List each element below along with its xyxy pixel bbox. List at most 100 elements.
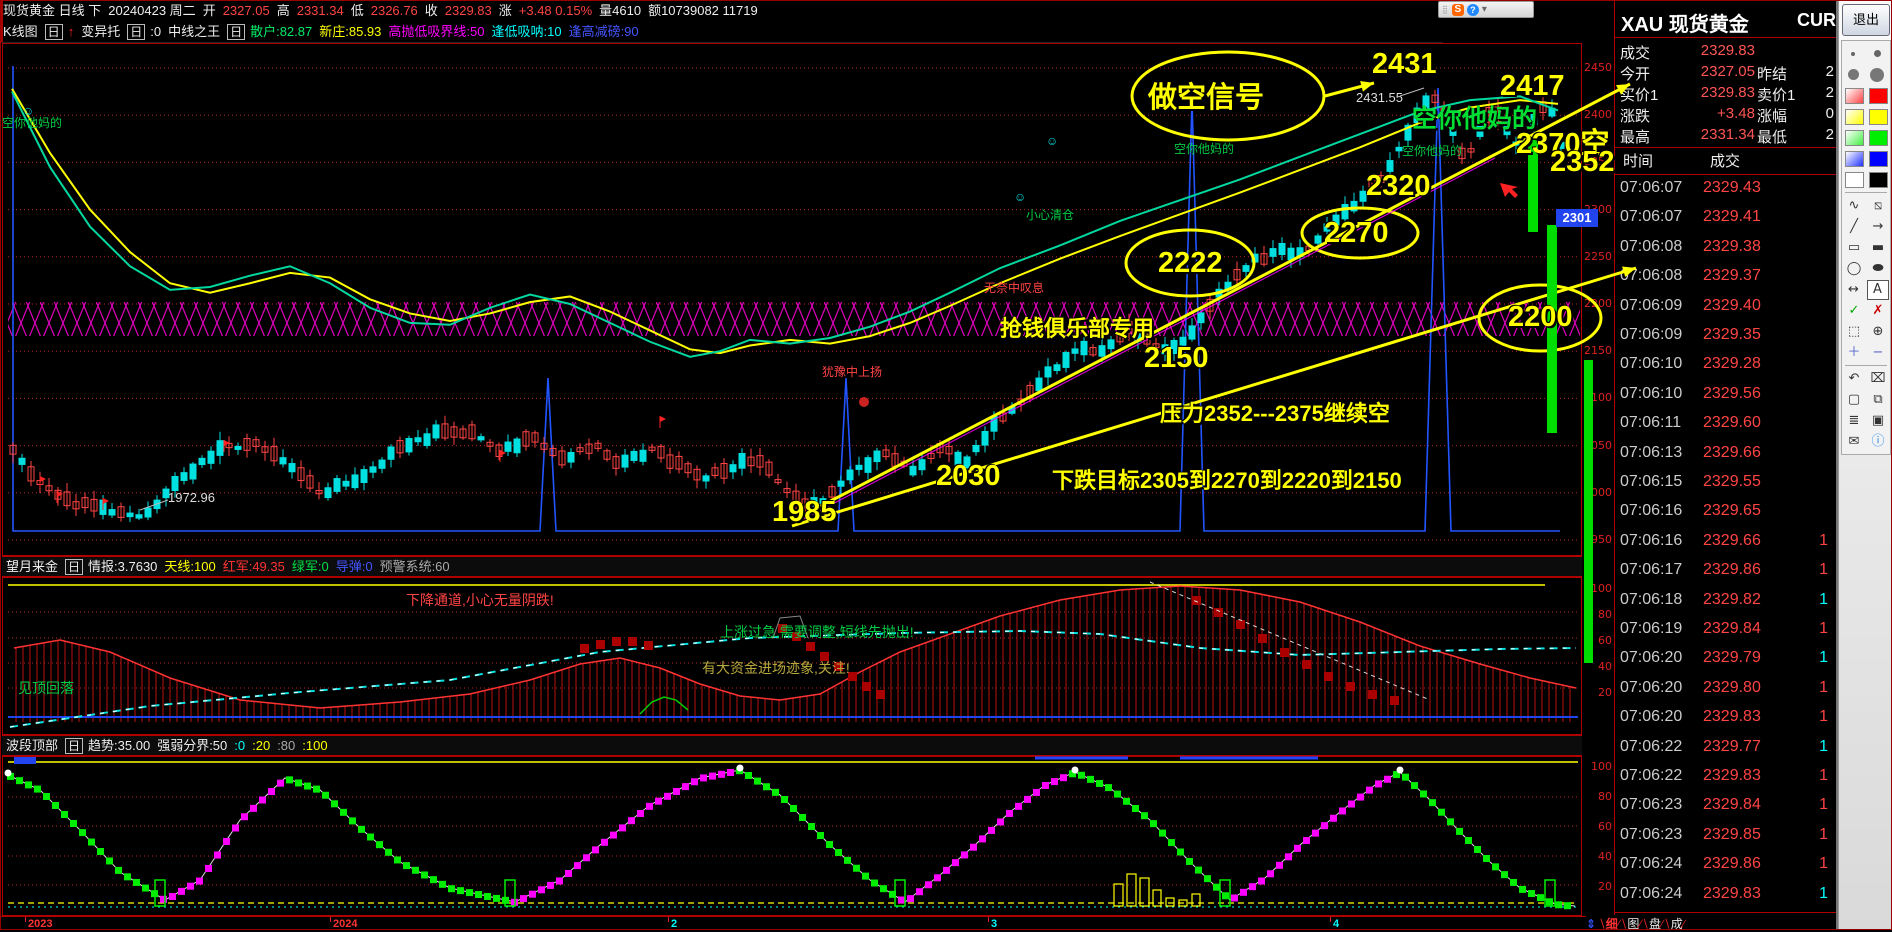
mid-indicator-panel[interactable]	[2, 577, 1582, 735]
axis-date-label: 4	[1333, 918, 1340, 930]
tick-time: 07:06:18	[1620, 590, 1683, 608]
tab-盘[interactable]: 盘	[1649, 917, 1661, 931]
mid-axis-label: 60	[1598, 634, 1612, 647]
arrow-tool[interactable]: →	[1868, 218, 1888, 236]
filled-rect-tool[interactable]: ▬	[1868, 239, 1888, 257]
tick-row: 07:06:10 2329.56	[1615, 385, 1836, 407]
color-swatch-gradient[interactable]	[1844, 171, 1864, 188]
select-region-tool[interactable]: ⬚	[1844, 323, 1864, 341]
tick-volume: 1	[1819, 825, 1828, 843]
kline-panel[interactable]	[2, 43, 1582, 556]
bar-segment: 绿军:0	[291, 559, 329, 574]
color-swatch[interactable]	[1868, 150, 1888, 167]
dot-medium-icon[interactable]	[1873, 50, 1881, 57]
tool-row: ◯ ⬬	[1842, 258, 1890, 279]
tick-row: 07:06:10 2329.28	[1615, 355, 1836, 377]
color-swatch[interactable]	[1868, 87, 1888, 104]
tab-成[interactable]: 成	[1671, 917, 1683, 931]
tab-细[interactable]: 细	[1606, 917, 1618, 931]
tick-price: 2329.85	[1703, 825, 1761, 843]
color-swatch[interactable]	[1868, 129, 1888, 146]
tick-price: 2329.79	[1703, 649, 1761, 667]
add-icon[interactable]: ＋	[1844, 344, 1864, 362]
bot-axis-label: 100	[1591, 760, 1612, 773]
filled-ellipse-tool[interactable]: ⬬	[1868, 260, 1888, 278]
tool-row: ∿ ⧅	[1842, 195, 1890, 216]
color-swatch-gradient[interactable]	[1844, 108, 1864, 125]
drag-handle-icon[interactable]: ⣿	[1442, 5, 1449, 14]
quote-label: 涨跌	[1620, 108, 1651, 125]
drawing-toolbar: 退出 ∿ ⧅ ╱ → ▭ ▬ ◯ ⬬ ↔ A ✓ ✗ ⬚ ⊕ ＋ − ↶ ⌧ ▢ ⧉ ≣ ▣ ✉ ⓘ	[1838, 0, 1892, 930]
bottom-indicator-panel[interactable]	[2, 756, 1582, 916]
bar-segment: 天线:100	[164, 559, 216, 574]
bot-axis-label: 60	[1598, 820, 1612, 833]
ime-logo-icon[interactable]: S	[1451, 3, 1464, 16]
bar-segment: 新庄:85.93	[319, 24, 382, 39]
axis-date-label: 2023	[28, 918, 53, 930]
bar-segment: 导弹:0	[335, 559, 373, 574]
axis-tick	[988, 917, 989, 922]
tick-row: 07:06:13 2329.66	[1615, 444, 1836, 466]
symbol-title: XAU 现货黄金	[1621, 14, 1749, 36]
zoom-in-tool[interactable]: ⊕	[1868, 323, 1888, 341]
ime-floating-bar[interactable]: ⣿ S ? ▾	[1438, 1, 1534, 18]
tool-row: ▭ ▬	[1842, 237, 1890, 258]
color-swatch[interactable]	[1868, 171, 1888, 188]
double-arrow-tool[interactable]: ↔	[1844, 281, 1864, 299]
bar-segment: 额10739082 11719	[648, 3, 758, 18]
print-icon[interactable]: ≣	[1844, 412, 1864, 430]
info-icon[interactable]: ⓘ	[1868, 433, 1888, 451]
line-tool[interactable]: ╱	[1844, 218, 1864, 236]
tool-row: ✓ ✗	[1842, 300, 1890, 321]
scroll-icon[interactable]: ⇕	[1586, 917, 1596, 931]
new-doc-icon[interactable]: ▢	[1844, 391, 1864, 409]
quote-label2: 卖价1	[1757, 87, 1796, 104]
text-tool[interactable]: A	[1866, 279, 1889, 300]
dot-xlarge-icon[interactable]	[1870, 67, 1885, 82]
ellipse-tool[interactable]: ◯	[1844, 260, 1864, 278]
tab-图[interactable]: 图	[1627, 917, 1639, 931]
tick-price: 2329.56	[1703, 384, 1761, 402]
help-icon[interactable]: ?	[1466, 3, 1479, 16]
color-swatch-gradient[interactable]	[1844, 129, 1864, 146]
copy-icon[interactable]: ⧉	[1868, 391, 1888, 409]
bot-axis-label: 20	[1598, 880, 1612, 893]
dot-large-icon[interactable]	[1847, 69, 1859, 80]
brush-size-row	[1842, 43, 1890, 64]
cancel-icon[interactable]: ✗	[1868, 302, 1888, 320]
tick-time: 07:06:09	[1620, 326, 1683, 343]
quote-value2: 2	[1825, 126, 1834, 143]
bar-segment: 波段顶部	[6, 738, 59, 753]
ticks-header-time: 时间	[1623, 153, 1654, 170]
tick-row: 07:06:17 2329.86 1	[1615, 561, 1836, 583]
undo-icon[interactable]: ↶	[1844, 370, 1864, 388]
save-icon[interactable]: ▣	[1868, 412, 1888, 430]
dot-small-icon[interactable]	[1851, 51, 1856, 56]
axis-tick	[25, 917, 26, 922]
color-swatch-gradient[interactable]	[1844, 87, 1864, 104]
quote-label: 今开	[1620, 66, 1651, 83]
confirm-icon[interactable]: ✓	[1844, 302, 1864, 320]
price-axis-gutter: 2450 2400 2350 2300 2250 2200 2150 2100 2050 2000…	[1582, 0, 1615, 916]
chevron-down-icon[interactable]: ▾	[1482, 4, 1487, 15]
delete-icon[interactable]: ⌧	[1868, 370, 1888, 388]
tick-row: 07:06:20 2329.80 1	[1615, 679, 1836, 701]
quote-value: 2327.05	[1700, 63, 1755, 80]
eraser-tool[interactable]: ⧅	[1868, 197, 1888, 215]
rect-tool[interactable]: ▭	[1844, 239, 1864, 257]
tool-row: ▢ ⧉	[1842, 389, 1890, 410]
tool-row: ≣ ▣	[1842, 410, 1890, 431]
message-icon[interactable]: ✉	[1844, 433, 1864, 451]
tick-row: 07:06:24 2329.86 1	[1615, 855, 1836, 877]
quote-label: 成交	[1620, 45, 1651, 62]
tick-price: 2329.84	[1703, 796, 1761, 814]
tick-time: 07:06:16	[1620, 531, 1683, 549]
exit-button[interactable]: 退出	[1842, 4, 1890, 36]
tick-volume: 1	[1819, 796, 1828, 814]
remove-icon[interactable]: −	[1868, 344, 1888, 362]
color-swatch-gradient[interactable]	[1844, 150, 1864, 167]
bar-segment: 2329.83	[444, 3, 492, 18]
tick-volume: 1	[1819, 708, 1828, 726]
curve-tool[interactable]: ∿	[1844, 197, 1864, 215]
color-swatch[interactable]	[1868, 108, 1888, 125]
